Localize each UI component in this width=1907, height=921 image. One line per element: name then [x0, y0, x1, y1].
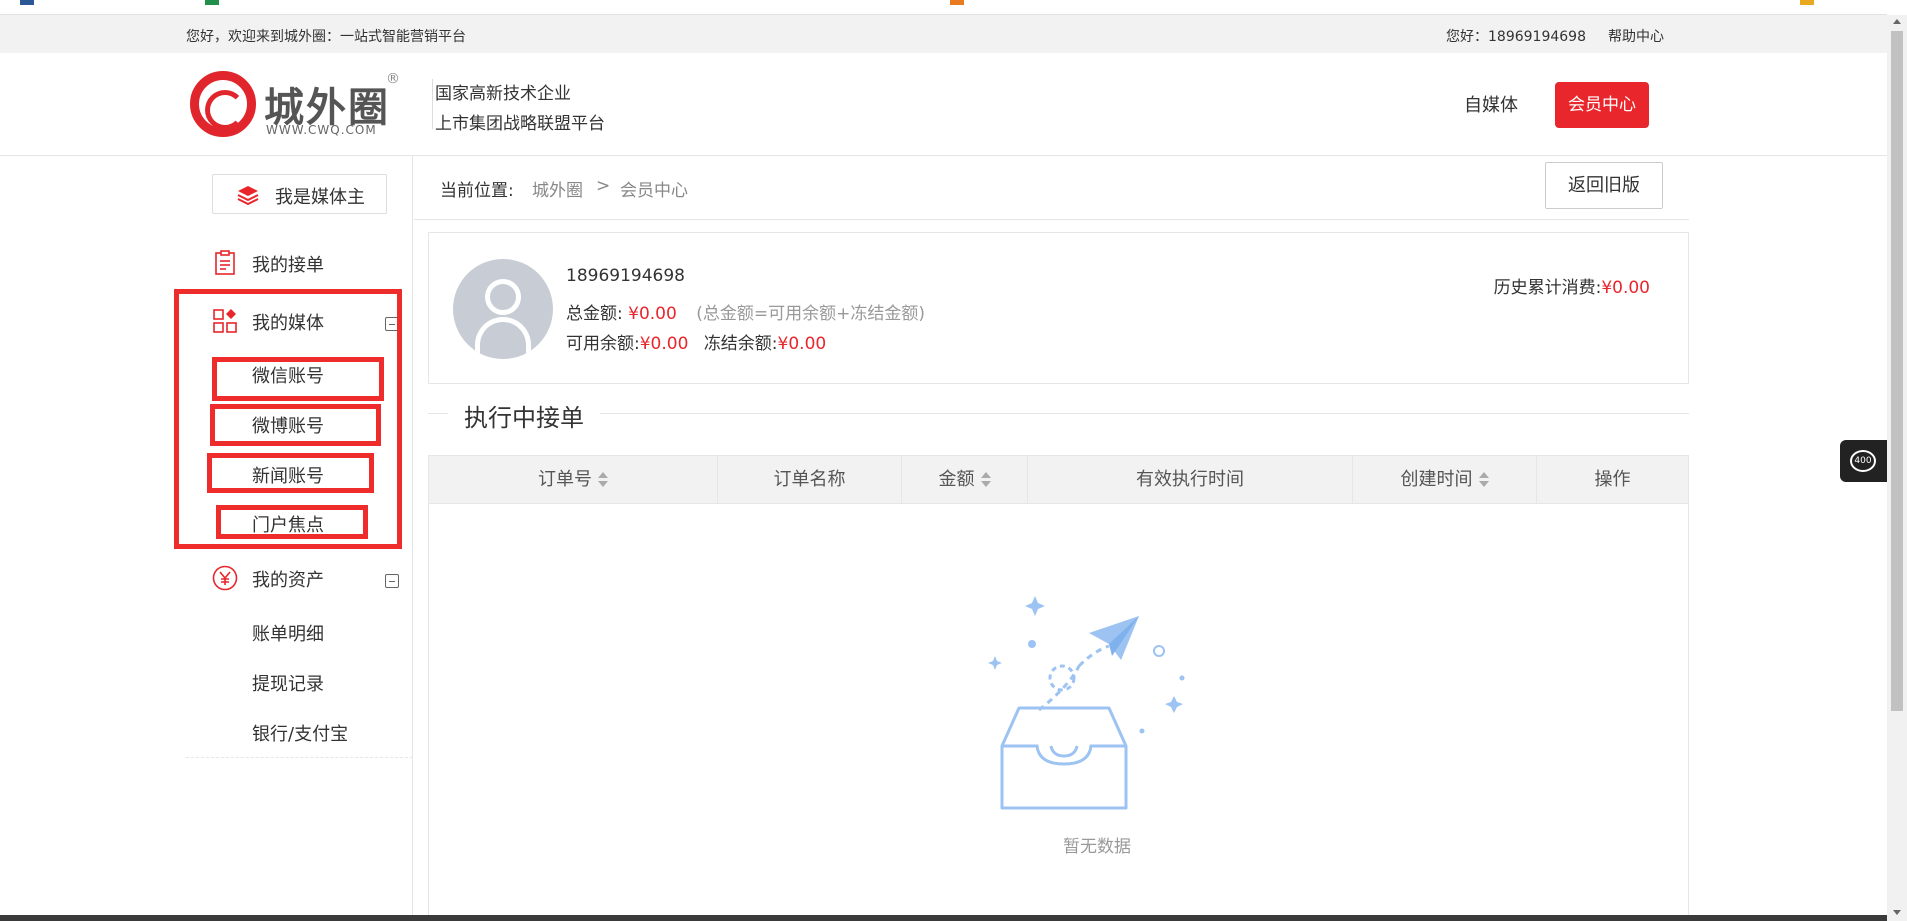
column-order-name: 订单名称	[718, 456, 902, 504]
media-owner-label: 我是媒体主	[275, 187, 365, 208]
orders-table: 订单号 订单名称 金额 有效执行时间 创建时间 操作 暂无数据	[428, 455, 1689, 921]
available-label: 可用余额:	[566, 334, 640, 354]
sidebar-item-withdraw-records[interactable]: 提现记录	[252, 670, 324, 696]
table-header: 订单号 订单名称 金额 有效执行时间 创建时间 操作	[429, 456, 1688, 504]
annotation-box-weibo	[210, 404, 381, 446]
slogan-line-1: 国家高新技术企业	[435, 84, 571, 104]
history-label: 历史累计消费:	[1493, 278, 1602, 298]
browser-bookmark-strip	[0, 0, 1887, 15]
available-value: ¥0.00	[639, 334, 689, 354]
sort-icon[interactable]	[598, 472, 608, 488]
sidebar-item-bill-details[interactable]: 账单明细	[252, 620, 324, 646]
logo-site: WWW.CWQ.COM	[266, 123, 377, 137]
breadcrumb-label: 当前位置:	[440, 181, 514, 201]
logo-ring-icon	[190, 71, 256, 137]
user-greeting[interactable]: 您好：18969194698	[1446, 26, 1586, 46]
my-assets-label: 我的资产	[252, 570, 324, 591]
section-title: 执行中接单	[428, 398, 1689, 433]
annotation-box-news	[207, 453, 374, 493]
layers-icon	[237, 186, 259, 205]
breadcrumb: 当前位置: 城外圈 > 会员中心	[414, 156, 1689, 220]
column-order-no[interactable]: 订单号	[429, 456, 718, 504]
account-summary: 18969194698 总金额: ¥0.00 (总金额=可用余额+冻结金额) 可…	[428, 232, 1689, 384]
user-icon-head	[485, 279, 521, 315]
scroll-down-arrow-icon[interactable]	[1893, 910, 1901, 915]
sort-icon[interactable]	[1478, 472, 1489, 488]
welcome-text: 您好，欢迎来到城外圈：一站式智能营销平台	[186, 29, 466, 45]
my-orders-label: 我的接单	[252, 255, 324, 276]
sidebar-divider	[186, 757, 413, 758]
scroll-thumb[interactable]	[1891, 31, 1903, 711]
user-icon-body	[475, 317, 531, 357]
nav-member-center[interactable]: 会员中心	[1555, 82, 1649, 128]
total-label: 总金额:	[566, 304, 623, 324]
balance-line: 可用余额:¥0.00 冻结余额:¥0.00	[566, 329, 826, 354]
sort-icon[interactable]	[980, 472, 991, 488]
account-phone: 18969194698	[566, 266, 685, 286]
frozen-label: 冻结余额:	[703, 334, 778, 354]
clipboard-icon	[215, 250, 235, 275]
column-amount[interactable]: 金额	[902, 456, 1028, 504]
avatar	[453, 259, 553, 359]
column-order-no-label: 订单号	[538, 469, 592, 490]
empty-state: 暂无数据	[969, 596, 1219, 857]
history-consumption: 历史累计消费:¥0.00	[1494, 273, 1650, 298]
breadcrumb-current: 会员中心	[620, 181, 688, 201]
frozen-value: ¥0.00	[777, 334, 827, 354]
column-actions-label: 操作	[1594, 469, 1631, 490]
history-value: ¥0.00	[1601, 278, 1650, 298]
page-scrollbar[interactable]	[1887, 15, 1907, 921]
top-info-bar: 您好，欢迎来到城外圈：一站式智能营销平台 您好：18969194698 帮助中心	[0, 15, 1887, 53]
column-amount-label: 金额	[938, 469, 975, 490]
total-value: ¥0.00	[628, 304, 677, 324]
column-actions: 操作	[1537, 456, 1688, 504]
logo-registered: ®	[386, 71, 400, 87]
column-created-time[interactable]: 创建时间	[1353, 456, 1537, 504]
slogan: 国家高新技术企业 上市集团战略联盟平台	[432, 79, 605, 134]
site-logo[interactable]: 城外圈 ® WWW.CWQ.COM	[190, 71, 402, 141]
total-note: (总金额=可用余额+冻结金额)	[696, 304, 925, 324]
media-owner-button[interactable]: 我是媒体主	[212, 174, 387, 214]
hotline-float-button[interactable]: 400	[1840, 440, 1887, 482]
section-title-text: 执行中接单	[448, 398, 600, 433]
back-to-old-version-button[interactable]: 返回旧版	[1545, 162, 1663, 209]
annotation-box-portal	[216, 505, 368, 539]
column-exec-time-label: 有效执行时间	[1136, 469, 1244, 490]
phone-400-icon: 400	[1850, 450, 1876, 472]
breadcrumb-separator: >	[596, 176, 611, 196]
column-exec-time: 有效执行时间	[1028, 456, 1353, 504]
slogan-line-2: 上市集团战略联盟平台	[435, 114, 605, 134]
annotation-box-wechat	[212, 357, 384, 401]
yen-circle-icon	[212, 565, 238, 591]
page: 您好，欢迎来到城外圈：一站式智能营销平台 您好：18969194698 帮助中心…	[0, 0, 1907, 921]
sidebar-item-bank-alipay[interactable]: 银行/支付宝	[252, 720, 348, 746]
site-header: 城外圈 ® WWW.CWQ.COM 国家高新技术企业 上市集团战略联盟平台 自媒…	[0, 53, 1887, 156]
my-assets-collapse-icon[interactable]	[385, 574, 399, 588]
breadcrumb-home[interactable]: 城外圈	[532, 176, 583, 201]
section-title-rule	[428, 413, 1689, 414]
column-created-time-label: 创建时间	[1400, 469, 1473, 490]
nav-self-media[interactable]: 自媒体	[1464, 91, 1518, 117]
bottom-bar	[0, 915, 1887, 921]
scroll-up-arrow-icon[interactable]	[1893, 19, 1901, 24]
column-order-name-label: 订单名称	[773, 469, 846, 490]
empty-inbox-paper-plane-icon	[988, 596, 1185, 810]
help-center-link[interactable]: 帮助中心	[1608, 26, 1664, 46]
total-amount-line: 总金额: ¥0.00 (总金额=可用余额+冻结金额)	[566, 299, 925, 324]
empty-state-text: 暂无数据	[1063, 837, 1131, 857]
